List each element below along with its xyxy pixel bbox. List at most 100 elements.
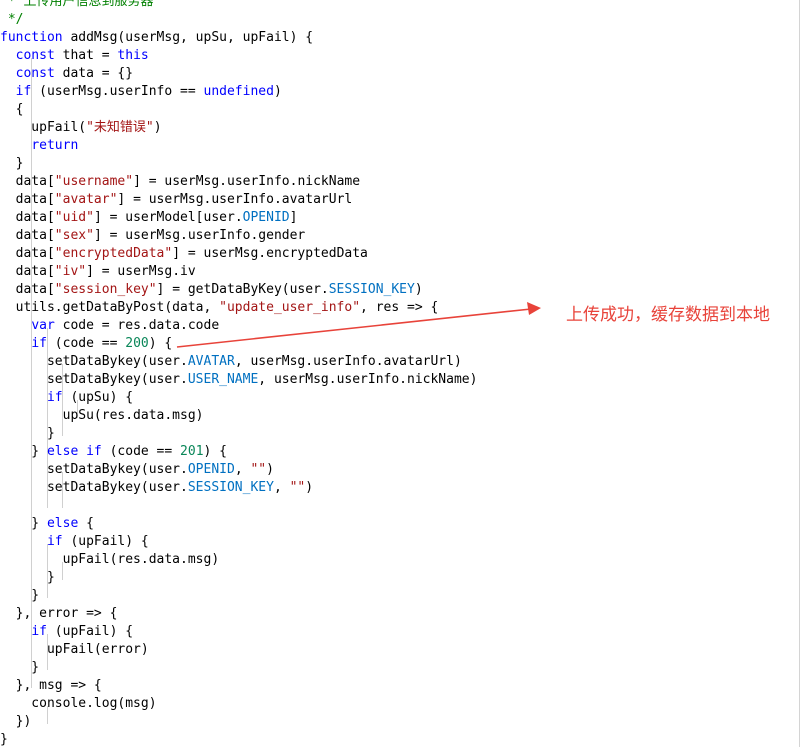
code-line: } else if (code == 201) { — [0, 443, 477, 461]
code-token: that = — [54, 48, 118, 63]
code-token: ) — [305, 480, 314, 495]
code-token: ) { — [148, 336, 173, 351]
code-token: } — [0, 660, 40, 675]
code-line: if (upFail) { — [0, 533, 477, 551]
code-token: code = res.data.code — [54, 318, 220, 333]
code-token: data[ — [0, 264, 55, 279]
code-line: var code = res.data.code — [0, 317, 477, 335]
code-token: data[ — [0, 246, 55, 261]
annotation-arrow-head — [527, 302, 541, 315]
code-token: ] = userModel[user. — [93, 210, 243, 225]
code-line: } else { — [0, 515, 477, 533]
code-line: data["iv"] = userMsg.iv — [0, 263, 477, 281]
code-token: }) — [0, 714, 32, 729]
code-line: console.log(msg) — [0, 695, 477, 713]
code-token: undefined — [203, 84, 274, 99]
code-line: upFail("未知错误") — [0, 119, 477, 137]
code-token: (code == — [101, 444, 181, 459]
code-line: setDataBykey(user.OPENID, "") — [0, 461, 477, 479]
code-line: } — [0, 569, 477, 587]
code-token: "session_key" — [54, 282, 157, 297]
code-token: AVATAR — [187, 354, 235, 369]
code-token: (upSu) { — [62, 390, 134, 405]
code-token: , res => { — [360, 300, 439, 315]
code-token: } — [0, 156, 24, 171]
code-token: utils.getDataByPost(data, — [0, 300, 220, 315]
code-line: data["sex"] = userMsg.userInfo.gender — [0, 227, 477, 245]
code-token: "update_user_info" — [219, 300, 361, 315]
code-token: }, error => { — [0, 606, 118, 621]
code-token: , userMsg.userInfo.avatarUrl) — [234, 354, 462, 369]
code-token: (userMsg.userInfo == — [31, 84, 204, 99]
code-token: } — [0, 570, 55, 585]
code-line: */ — [0, 11, 477, 29]
code-line: }, msg => { — [0, 677, 477, 695]
code-line: }, error => { — [0, 605, 477, 623]
code-token: function — [0, 30, 63, 45]
code-token: "avatar" — [54, 192, 118, 207]
code-line: upFail(error) — [0, 641, 477, 659]
code-line: data["uid"] = userModel[user.OPENID] — [0, 209, 477, 227]
code-token: OPENID — [187, 462, 235, 477]
code-token: upFail(error) — [0, 642, 149, 657]
code-line: if (upFail) { — [0, 623, 477, 641]
code-token: addMsg(userMsg, upSu, upFail) { — [62, 30, 314, 45]
code-line: return — [0, 137, 477, 155]
editor-right-border — [799, 0, 800, 747]
code-token: ) — [266, 462, 274, 477]
code-token: } — [0, 732, 8, 747]
code-token: USER_NAME — [187, 372, 259, 387]
code-token: "" — [250, 462, 267, 477]
code-line: if (upSu) { — [0, 389, 477, 407]
code-line: upSu(res.data.msg) — [0, 407, 477, 425]
code-token: OPENID — [242, 210, 290, 225]
code-line: data["encryptedData"] = userMsg.encrypte… — [0, 245, 477, 263]
code-token: */ — [0, 12, 24, 27]
code-token: if — [15, 84, 32, 99]
code-editor[interactable]: * 上传用户信息到服务器 */ function addMsg(userMsg, … — [0, 0, 804, 747]
code-token: ] = userMsg.encryptedData — [172, 246, 368, 261]
code-token: else — [46, 516, 79, 531]
code-token: "未知错误" — [86, 120, 154, 135]
code-line: } — [0, 587, 477, 605]
code-token: "sex" — [54, 228, 94, 243]
code-line: utils.getDataByPost(data, "update_user_i… — [0, 299, 477, 317]
code-lines: * 上传用户信息到服务器 */ function addMsg(userMsg, … — [0, 0, 477, 747]
code-token: ) — [153, 120, 162, 135]
code-token: * 上传用户信息到服务器 — [0, 0, 154, 9]
code-line: setDataBykey(user.SESSION_KEY, "") — [0, 479, 477, 497]
code-line: if (userMsg.userInfo == undefined) — [0, 83, 477, 101]
code-line: const data = {} — [0, 65, 477, 83]
code-token: upSu(res.data.msg) — [0, 408, 204, 423]
code-token: SESSION_KEY — [328, 282, 415, 297]
code-token: ] = getDataByKey(user. — [156, 282, 329, 297]
code-token: ] = userMsg.userInfo.avatarUrl — [117, 192, 353, 207]
code-token: "encryptedData" — [54, 246, 173, 261]
code-token: ] = userMsg.userInfo.nickName — [133, 174, 361, 189]
code-token: data[ — [0, 282, 55, 297]
code-token: "uid" — [54, 210, 94, 225]
code-token: (code == — [46, 336, 126, 351]
code-token: } — [0, 426, 55, 441]
code-token: this — [117, 48, 149, 63]
code-token: } — [0, 588, 40, 603]
code-token: }, msg => { — [0, 678, 102, 693]
code-token: SESSION_KEY — [187, 480, 274, 495]
code-token: const — [15, 48, 55, 63]
code-line: function addMsg(userMsg, upSu, upFail) { — [0, 29, 477, 47]
code-token: ] — [289, 210, 298, 225]
code-token: "username" — [54, 174, 134, 189]
code-line: { — [0, 101, 477, 119]
code-line: }) — [0, 713, 477, 731]
code-token: data[ — [0, 228, 55, 243]
code-token: return — [31, 138, 79, 153]
